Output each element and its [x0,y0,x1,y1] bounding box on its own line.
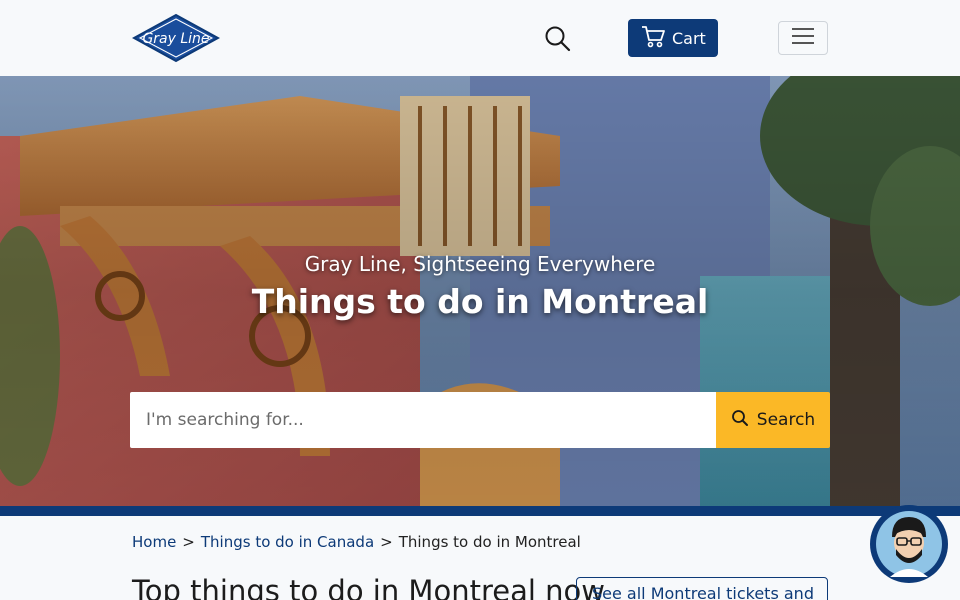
chat-assistant-avatar[interactable] [870,505,948,583]
search-input[interactable] [130,392,716,448]
svg-text:Gray Line: Gray Line [142,31,209,47]
divider-bar [0,506,960,516]
gray-line-logo[interactable]: Gray Line [131,13,221,63]
cart-label: Cart [672,28,706,48]
search-button[interactable]: Search [716,392,830,448]
hero-banner: Gray Line, Sightseeing Everywhere Things… [0,76,960,506]
breadcrumb-canada[interactable]: Things to do in Canada [201,533,374,551]
breadcrumb-separator: > [380,533,393,551]
search-icon [731,409,749,432]
hero-title: Things to do in Montreal [251,282,709,321]
cart-button[interactable]: Cart [628,19,718,57]
search-icon[interactable] [544,25,572,53]
breadcrumb-home[interactable]: Home [132,533,176,551]
search-bar: Search [130,392,830,448]
menu-button[interactable] [778,21,828,55]
cart-icon [640,23,666,53]
breadcrumb: Home > Things to do in Canada > Things t… [132,533,581,551]
breadcrumb-current: Things to do in Montreal [398,533,581,551]
site-header: Gray Line Cart [0,0,960,76]
section-title: Top things to do in Montreal now [132,574,605,600]
hamburger-icon [791,27,815,49]
search-button-label: Search [756,410,816,430]
breadcrumb-separator: > [182,533,195,551]
hero-subtitle: Gray Line, Sightseeing Everywhere [304,252,656,276]
see-all-button[interactable]: See all Montreal tickets and [576,577,828,600]
